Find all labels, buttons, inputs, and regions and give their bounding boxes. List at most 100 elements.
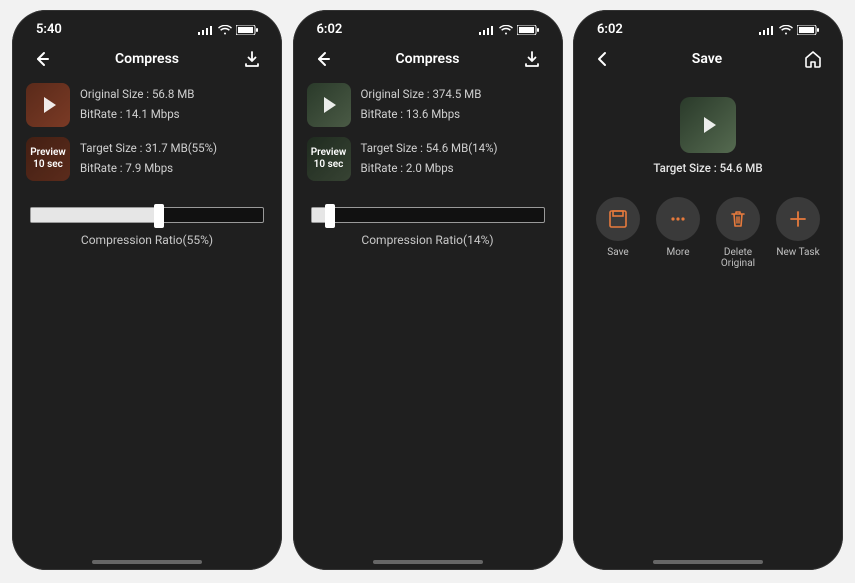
play-icon xyxy=(324,97,336,113)
target-size-caption: Target Size : 54.6 MB xyxy=(653,161,762,175)
wifi-icon xyxy=(499,25,513,35)
target-info-text: Target Size : 54.6 MB(14%) BitRate : 2.0… xyxy=(361,139,498,178)
arrow-back-icon xyxy=(313,49,333,69)
download-button[interactable] xyxy=(522,49,542,69)
plus-icon xyxy=(787,208,809,230)
save-summary: Target Size : 54.6 MB xyxy=(587,97,829,175)
action-delete: Delete Original xyxy=(709,197,767,269)
wifi-icon xyxy=(779,25,793,35)
signal-icon xyxy=(759,25,775,35)
original-bitrate-label: BitRate : 13.6 Mbps xyxy=(361,105,482,125)
trash-icon xyxy=(727,208,749,230)
new-task-button[interactable] xyxy=(776,197,820,241)
signal-icon xyxy=(198,25,214,35)
preview-thumbnail[interactable]: Preview 10 sec xyxy=(307,137,351,181)
battery-icon xyxy=(236,25,258,35)
compression-ratio-label: Compression Ratio(14%) xyxy=(311,233,545,247)
battery-icon xyxy=(517,25,539,35)
target-bitrate-label: BitRate : 2.0 Mbps xyxy=(361,159,498,179)
phone-screen-1: 5:40 Compress Original Size : 56.8 MB Bi… xyxy=(12,10,282,570)
header-title: Compress xyxy=(115,51,179,67)
preview-label-2: 10 sec xyxy=(314,159,344,171)
compression-slider[interactable]: Compression Ratio(55%) xyxy=(26,207,268,247)
download-button[interactable] xyxy=(242,49,262,69)
back-button[interactable] xyxy=(593,50,611,68)
preview-thumbnail[interactable]: Preview 10 sec xyxy=(26,137,70,181)
more-icon xyxy=(667,208,689,230)
more-button[interactable] xyxy=(656,197,700,241)
slider-track xyxy=(30,207,264,223)
home-button[interactable] xyxy=(803,49,823,69)
wifi-icon xyxy=(218,25,232,35)
delete-original-button[interactable] xyxy=(716,197,760,241)
status-time: 6:02 xyxy=(597,22,623,37)
target-size-label: Target Size : 54.6 MB(14%) xyxy=(361,139,498,159)
arrow-back-icon xyxy=(32,49,52,69)
more-label: More xyxy=(666,247,689,258)
target-size-label: Target Size : 31.7 MB(55%) xyxy=(80,139,217,159)
phone-screen-3: 6:02 Save Target Size : 54.6 MB Save xyxy=(573,10,843,570)
compression-slider[interactable]: Compression Ratio(14%) xyxy=(307,207,549,247)
original-size-label: Original Size : 56.8 MB xyxy=(80,85,194,105)
save-button[interactable] xyxy=(596,197,640,241)
status-indicators xyxy=(479,25,539,35)
home-icon xyxy=(803,49,823,69)
chevron-back-icon xyxy=(593,50,611,68)
play-icon xyxy=(704,117,716,133)
battery-icon xyxy=(797,25,819,35)
back-button[interactable] xyxy=(313,49,333,69)
status-indicators xyxy=(198,25,258,35)
save-label: Save xyxy=(607,247,628,258)
preview-overlay: Preview 10 sec xyxy=(26,137,70,181)
download-icon xyxy=(522,49,542,69)
target-info: Preview 10 sec Target Size : 31.7 MB(55%… xyxy=(26,137,268,181)
action-save: Save xyxy=(589,197,647,269)
header: Compress xyxy=(26,43,268,83)
slider-track xyxy=(311,207,545,223)
original-info: Original Size : 374.5 MB BitRate : 13.6 … xyxy=(307,83,549,127)
home-indicator[interactable] xyxy=(653,560,763,564)
original-info: Original Size : 56.8 MB BitRate : 14.1 M… xyxy=(26,83,268,127)
original-size-label: Original Size : 374.5 MB xyxy=(361,85,482,105)
slider-knob[interactable] xyxy=(154,204,164,228)
original-thumbnail[interactable] xyxy=(26,83,70,127)
action-row: Save More Delete Original New Task xyxy=(587,197,829,269)
result-thumbnail[interactable] xyxy=(680,97,736,153)
status-bar: 5:40 xyxy=(26,22,268,43)
phone-screen-2: 6:02 Compress Original Size : 374.5 MB B… xyxy=(293,10,563,570)
preview-overlay: Preview 10 sec xyxy=(307,137,351,181)
delete-label: Delete Original xyxy=(709,247,767,269)
status-bar: 6:02 xyxy=(587,22,829,43)
header: Save xyxy=(587,43,829,83)
action-new-task: New Task xyxy=(769,197,827,269)
download-icon xyxy=(242,49,262,69)
header-title: Save xyxy=(692,51,722,67)
play-icon xyxy=(44,97,56,113)
original-bitrate-label: BitRate : 14.1 Mbps xyxy=(80,105,194,125)
target-info: Preview 10 sec Target Size : 54.6 MB(14%… xyxy=(307,137,549,181)
slider-fill xyxy=(31,208,159,222)
compression-ratio-label: Compression Ratio(55%) xyxy=(30,233,264,247)
target-info-text: Target Size : 31.7 MB(55%) BitRate : 7.9… xyxy=(80,139,217,178)
slider-knob[interactable] xyxy=(325,204,335,228)
status-bar: 6:02 xyxy=(307,22,549,43)
preview-label-1: Preview xyxy=(311,147,347,159)
original-thumbnail[interactable] xyxy=(307,83,351,127)
target-bitrate-label: BitRate : 7.9 Mbps xyxy=(80,159,217,179)
new-task-label: New Task xyxy=(776,247,819,258)
preview-label-2: 10 sec xyxy=(33,159,63,171)
status-time: 5:40 xyxy=(36,22,62,37)
original-info-text: Original Size : 374.5 MB BitRate : 13.6 … xyxy=(361,85,482,124)
save-icon xyxy=(607,208,629,230)
preview-label-1: Preview xyxy=(30,147,66,159)
home-indicator[interactable] xyxy=(92,560,202,564)
action-more: More xyxy=(649,197,707,269)
back-button[interactable] xyxy=(32,49,52,69)
status-time: 6:02 xyxy=(317,22,343,37)
original-info-text: Original Size : 56.8 MB BitRate : 14.1 M… xyxy=(80,85,194,124)
signal-icon xyxy=(479,25,495,35)
status-indicators xyxy=(759,25,819,35)
header-title: Compress xyxy=(396,51,460,67)
header: Compress xyxy=(307,43,549,83)
home-indicator[interactable] xyxy=(373,560,483,564)
